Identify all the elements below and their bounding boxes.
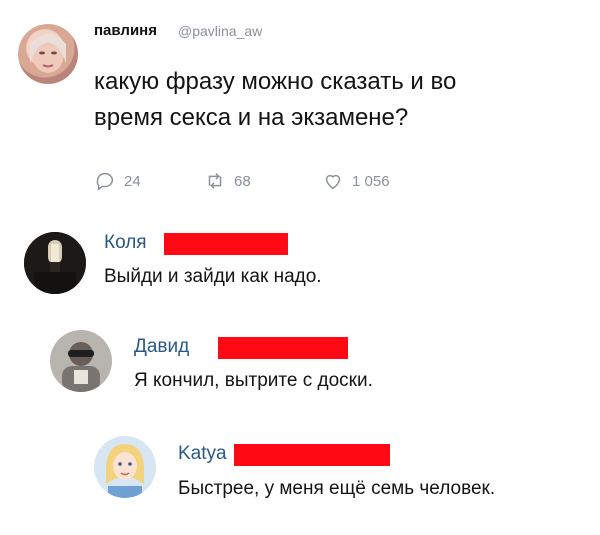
comment-author-name[interactable]: Коля — [104, 232, 147, 254]
author-avatar[interactable] — [18, 24, 78, 84]
retweet-button[interactable]: 68 — [204, 170, 251, 192]
reply-count: 24 — [124, 172, 141, 190]
like-button[interactable]: 1 056 — [322, 170, 390, 192]
comment-avatar-david[interactable] — [50, 330, 112, 392]
tweet-author-handle[interactable]: @pavlina_aw — [178, 23, 262, 39]
retweet-icon — [208, 173, 222, 189]
comment-avatar-kolya[interactable] — [24, 232, 86, 294]
redaction-bar — [164, 233, 288, 255]
redaction-bar — [218, 337, 348, 359]
comment-author-name[interactable]: Давид — [134, 336, 189, 358]
redaction-bar — [234, 444, 390, 466]
tweet-text: какую фразу можно сказать и во время сек… — [94, 68, 457, 131]
comment-avatar-katya[interactable] — [94, 436, 156, 498]
like-count: 1 056 — [352, 172, 390, 190]
like-icon — [325, 174, 341, 190]
comment-text: Я кончил, вытрите с доски. — [134, 370, 373, 391]
comment-text: Быстрее, у меня ещё семь человек. — [178, 478, 496, 499]
retweet-count: 68 — [234, 172, 251, 190]
tweet-author-name[interactable]: павлиня — [94, 22, 157, 39]
reply-icon — [96, 172, 114, 191]
reply-button[interactable]: 24 — [94, 170, 141, 192]
comment-author-name[interactable]: Katya — [178, 443, 227, 465]
comment-text: Выйди и зайди как надо. — [104, 266, 322, 287]
